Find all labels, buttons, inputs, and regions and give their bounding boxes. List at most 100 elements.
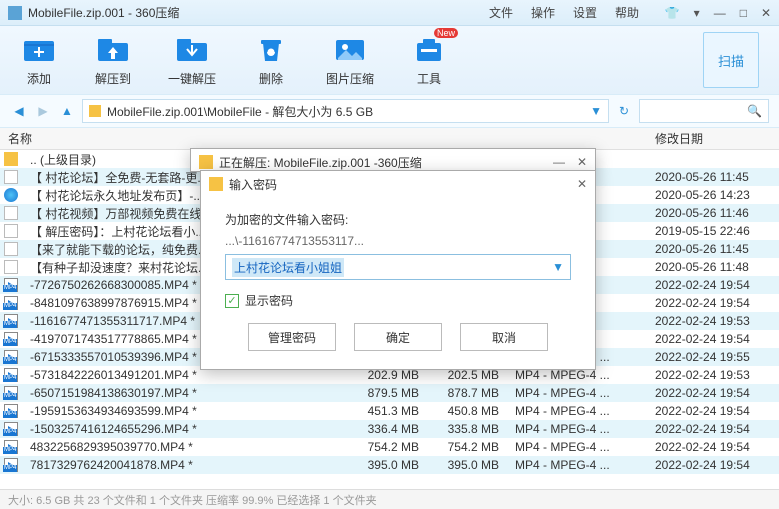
show-password-label: 显示密码 bbox=[245, 292, 293, 309]
txt-icon bbox=[4, 206, 18, 220]
delete-button[interactable]: 删除 bbox=[252, 34, 290, 87]
up-icon[interactable]: ▲ bbox=[58, 102, 76, 120]
password-value: 上村花论坛看小姐姐 bbox=[232, 258, 344, 277]
file-date: 2022-02-24 19:54 bbox=[649, 296, 779, 310]
minimize-icon[interactable]: — bbox=[714, 6, 726, 20]
dialog-minimize-icon[interactable]: — bbox=[553, 155, 565, 169]
window-controls: 👕 ▾ — □ ✕ bbox=[665, 6, 771, 20]
file-packed-size: 335.8 MB bbox=[429, 422, 509, 436]
folder-icon bbox=[89, 105, 101, 117]
txt-icon bbox=[4, 170, 18, 184]
scan-button[interactable]: 扫描 bbox=[703, 32, 759, 88]
navbar: ◀ ▶ ▲ MobileFile.zip.001\MobileFile - 解包… bbox=[0, 94, 779, 128]
password-file-path: ...\-11616774713553117... bbox=[225, 234, 571, 248]
file-name: -6507151984138630197.MP4 * bbox=[22, 386, 349, 400]
dropdown-icon[interactable]: ▾ bbox=[694, 6, 700, 20]
dialog-icon bbox=[199, 155, 213, 169]
search-input[interactable]: 🔍 bbox=[639, 99, 769, 123]
file-row[interactable]: MP4 -1503257416124655296.MP4 *336.4 MB335… bbox=[0, 420, 779, 438]
file-size: 879.5 MB bbox=[349, 386, 429, 400]
status-text: 大小: 6.5 GB 共 23 个文件和 1 个文件夹 压缩率 99.9% 已经… bbox=[8, 492, 377, 508]
file-date: 2022-02-24 19:53 bbox=[649, 314, 779, 328]
file-date: 2022-02-24 19:53 bbox=[649, 368, 779, 382]
extract-dialog: 正在解压: MobileFile.zip.001 -360压缩 — ✕ bbox=[190, 148, 596, 172]
one-click-extract-button[interactable]: 一键解压 bbox=[168, 34, 216, 87]
col-name[interactable]: 名称 bbox=[0, 130, 349, 147]
path-input[interactable]: MobileFile.zip.001\MobileFile - 解包大小为 6.… bbox=[82, 99, 609, 123]
file-row[interactable]: MP47817329762420041878.MP4 *395.0 MB395.… bbox=[0, 456, 779, 474]
extract-to-button[interactable]: 解压到 bbox=[94, 34, 132, 87]
file-date: 2022-02-24 19:54 bbox=[649, 386, 779, 400]
path-dropdown-icon[interactable]: ▼ bbox=[590, 104, 602, 118]
password-dropdown-icon[interactable]: ▼ bbox=[552, 260, 564, 274]
add-button[interactable]: 添加 bbox=[20, 34, 58, 87]
extract-dialog-title[interactable]: 正在解压: MobileFile.zip.001 -360压缩 — ✕ bbox=[191, 149, 595, 172]
file-size: 451.3 MB bbox=[349, 404, 429, 418]
mp4-icon: MP4 bbox=[4, 404, 18, 418]
file-packed-size: 395.0 MB bbox=[429, 458, 509, 472]
image-compress-button[interactable]: 图片压缩 bbox=[326, 34, 374, 87]
file-type: MP4 - MPEG-4 ... bbox=[509, 386, 649, 400]
file-name: -1503257416124655296.MP4 * bbox=[22, 422, 349, 436]
dialog-buttons: 管理密码 确定 取消 bbox=[225, 323, 571, 351]
path-text: MobileFile.zip.001\MobileFile - 解包大小为 6.… bbox=[107, 103, 373, 120]
file-size: 202.9 MB bbox=[349, 368, 429, 382]
file-name: -1959153634934693599.MP4 * bbox=[22, 404, 349, 418]
mp4-icon: MP4 bbox=[4, 458, 18, 472]
cancel-button[interactable]: 取消 bbox=[460, 323, 548, 351]
app-icon bbox=[8, 6, 22, 20]
file-row[interactable]: MP4 -1959153634934693599.MP4 *451.3 MB450… bbox=[0, 402, 779, 420]
file-name: 4832256829395039770.MP4 * bbox=[22, 440, 349, 454]
url-icon bbox=[4, 188, 18, 202]
file-date: 2020-05-26 11:45 bbox=[649, 242, 779, 256]
file-date: 2022-02-24 19:54 bbox=[649, 440, 779, 454]
mp4-icon: MP4 bbox=[4, 368, 18, 382]
add-label: 添加 bbox=[27, 70, 51, 87]
file-packed-size: 754.2 MB bbox=[429, 440, 509, 454]
dialog-close-icon[interactable]: ✕ bbox=[577, 177, 587, 191]
file-date: 2022-02-24 19:55 bbox=[649, 350, 779, 364]
titlebar: MobileFile.zip.001 - 360压缩 文件 操作 设置 帮助 👕… bbox=[0, 0, 779, 26]
mp4-icon: MP4 bbox=[4, 332, 18, 346]
password-dialog-body: 为加密的文件输入密码: ...\-11616774713553117... 上村… bbox=[201, 197, 595, 369]
password-dialog-titlebar[interactable]: 输入密码 ✕ bbox=[201, 171, 595, 197]
back-icon[interactable]: ◀ bbox=[10, 102, 28, 120]
file-size: 336.4 MB bbox=[349, 422, 429, 436]
file-size: 395.0 MB bbox=[349, 458, 429, 472]
mp4-icon: MP4 bbox=[4, 422, 18, 436]
mp4-icon: MP4 bbox=[4, 386, 18, 400]
toolbar: 添加 解压到 一键解压 删除 图片压缩 工具 扫描 bbox=[0, 26, 779, 94]
tools-button[interactable]: 工具 bbox=[410, 34, 448, 87]
show-password-checkbox[interactable]: ✓ 显示密码 bbox=[225, 292, 571, 309]
file-date: 2022-02-24 19:54 bbox=[649, 458, 779, 472]
password-dialog-title: 输入密码 bbox=[229, 176, 277, 193]
file-row[interactable]: MP44832256829395039770.MP4 *754.2 MB754.… bbox=[0, 438, 779, 456]
tools-label: 工具 bbox=[417, 70, 441, 87]
forward-icon[interactable]: ▶ bbox=[34, 102, 52, 120]
refresh-icon[interactable]: ↻ bbox=[615, 102, 633, 120]
dialog-icon bbox=[209, 177, 223, 191]
file-type: MP4 - MPEG-4 ... bbox=[509, 440, 649, 454]
password-input[interactable]: 上村花论坛看小姐姐 ▼ bbox=[225, 254, 571, 280]
file-type: MP4 - MPEG-4 ... bbox=[509, 422, 649, 436]
password-dialog: 输入密码 ✕ 为加密的文件输入密码: ...\-1161677471355311… bbox=[200, 170, 596, 370]
file-date: 2020-05-26 14:23 bbox=[649, 188, 779, 202]
file-date: 2020-05-26 11:48 bbox=[649, 260, 779, 274]
maximize-icon[interactable]: □ bbox=[740, 6, 747, 20]
delete-label: 删除 bbox=[259, 70, 283, 87]
ok-button[interactable]: 确定 bbox=[354, 323, 442, 351]
manage-password-button[interactable]: 管理密码 bbox=[248, 323, 336, 351]
col-modified[interactable]: 修改日期 bbox=[649, 130, 779, 147]
close-icon[interactable]: ✕ bbox=[761, 6, 771, 20]
dialog-close-icon[interactable]: ✕ bbox=[577, 155, 587, 169]
mp4-icon: MP4 bbox=[4, 314, 18, 328]
file-packed-size: 450.8 MB bbox=[429, 404, 509, 418]
file-row[interactable]: MP4-6507151984138630197.MP4 *879.5 MB878… bbox=[0, 384, 779, 402]
statusbar: 大小: 6.5 GB 共 23 个文件和 1 个文件夹 压缩率 99.9% 已经… bbox=[0, 489, 779, 509]
skin-icon[interactable]: 👕 bbox=[665, 6, 680, 20]
mp4-icon: MP4 bbox=[4, 278, 18, 292]
file-date: 2022-02-24 19:54 bbox=[649, 278, 779, 292]
file-type: MP4 - MPEG-4 ... bbox=[509, 368, 649, 382]
search-icon: 🔍 bbox=[747, 104, 762, 118]
column-headers: 名称 修改日期 bbox=[0, 128, 779, 150]
